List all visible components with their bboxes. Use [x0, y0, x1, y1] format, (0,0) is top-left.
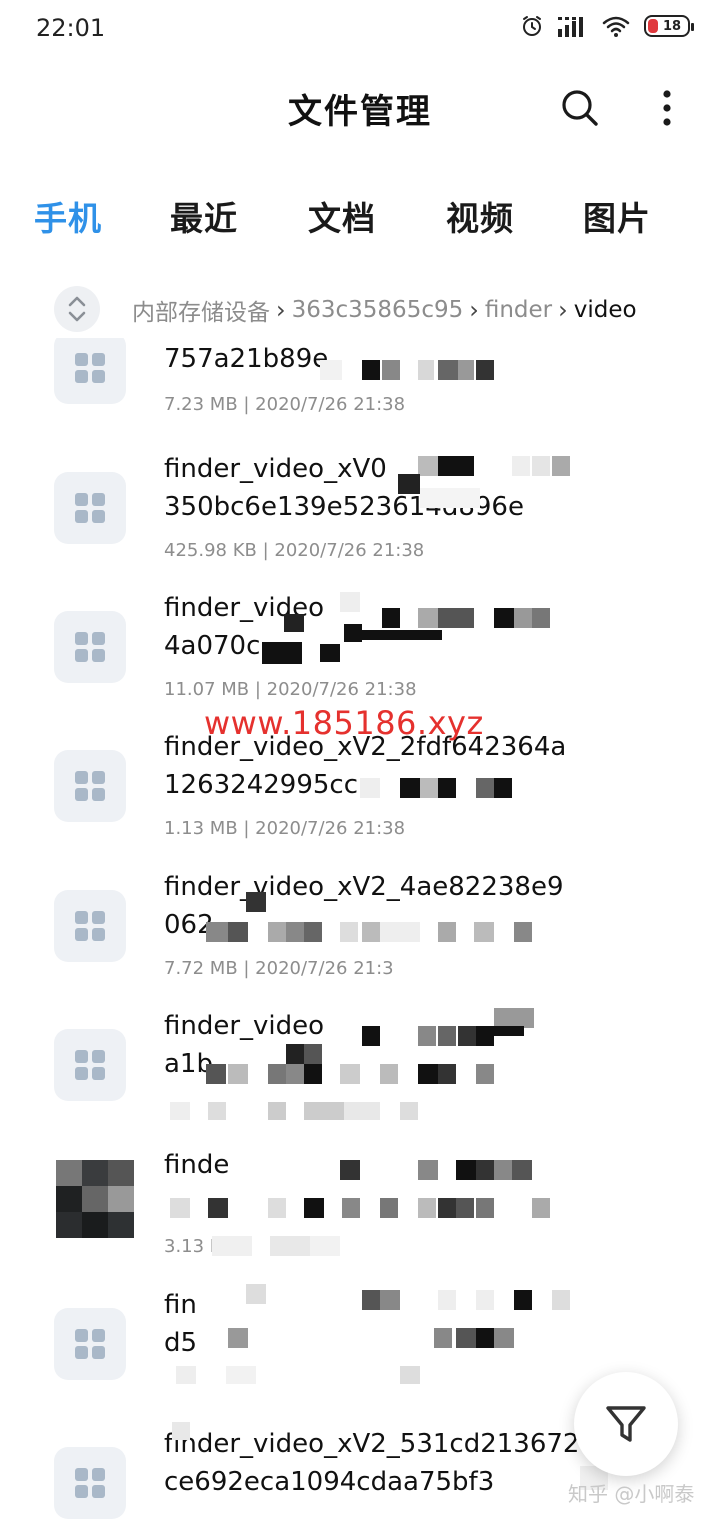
more-options-button[interactable] [650, 86, 684, 130]
chevron-right-icon: › [276, 296, 286, 324]
battery-icon: 18 [644, 15, 694, 37]
signal-icon [558, 15, 588, 37]
tab-phone[interactable]: 手机 [34, 192, 102, 240]
search-button[interactable] [558, 86, 602, 130]
alarm-icon [520, 14, 544, 38]
redaction-mosaic [56, 360, 608, 1490]
expand-collapse-icon [68, 296, 86, 322]
zhihu-watermark: 知乎 @小啊泰 [568, 1482, 695, 1506]
category-tabs: 手机 最近 文档 视频 图片 [0, 180, 720, 252]
status-icons: 18 [520, 14, 694, 38]
filter-button[interactable] [574, 1372, 678, 1476]
status-bar: 22:01 18 [0, 0, 720, 60]
more-vertical-icon [663, 90, 671, 126]
search-icon [562, 90, 598, 126]
site-watermark: www.185186.xyz [204, 704, 484, 742]
page-title: 文件管理 [288, 92, 432, 132]
battery-level: 18 [662, 18, 682, 34]
breadcrumb-item-current: video [573, 297, 637, 323]
tab-images[interactable]: 图片 [583, 192, 651, 240]
tab-videos[interactable]: 视频 [446, 192, 514, 240]
path-toggle-button[interactable] [54, 286, 100, 332]
tab-documents[interactable]: 文档 [308, 192, 376, 240]
status-time: 22:01 [36, 14, 106, 42]
wifi-icon [602, 15, 630, 37]
tab-recent[interactable]: 最近 [170, 192, 238, 240]
breadcrumb: 内部存储设备 › 363c35865c95 › finder › video [0, 280, 720, 338]
app-header: 文件管理 [0, 60, 720, 160]
filter-icon [606, 1406, 646, 1442]
breadcrumb-item-finder[interactable]: finder [485, 297, 552, 323]
chevron-right-icon: › [558, 296, 568, 324]
file-list: 757a21b89e 7.23 MB | 2020/7/26 21:38 fin… [0, 338, 720, 1520]
breadcrumb-item-folder[interactable]: 363c35865c95 [292, 297, 464, 323]
breadcrumb-item-storage[interactable]: 内部存储设备 [132, 293, 270, 327]
breadcrumb-path: 内部存储设备 › 363c35865c95 › finder › video [132, 293, 692, 327]
chevron-right-icon: › [469, 296, 479, 324]
